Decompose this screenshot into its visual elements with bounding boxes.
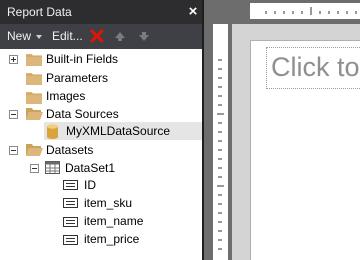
folder-icon: [26, 54, 42, 66]
chevron-down-icon[interactable]: [36, 24, 43, 49]
new-button[interactable]: New: [7, 24, 31, 49]
panel-title: Report Data: [0, 0, 204, 24]
toolbar: New Edit...: [0, 24, 204, 49]
tree-item-field[interactable]: item_sku: [84, 195, 132, 211]
tree-item-field[interactable]: item_price: [84, 231, 139, 247]
field-icon: [63, 235, 78, 245]
move-down-icon[interactable]: [138, 24, 150, 49]
report-title-textbox[interactable]: Click to add title: [266, 47, 360, 89]
tree-item-dataset[interactable]: DataSet1: [65, 160, 115, 176]
edit-button[interactable]: Edit...: [52, 24, 83, 49]
field-icon: [63, 180, 78, 190]
tree-item-builtin-fields[interactable]: Built-in Fields: [46, 51, 118, 67]
report-data-panel: Report Data × New Edit... Built-in Field…: [0, 0, 204, 260]
tree-item-images[interactable]: Images: [46, 88, 85, 104]
horizontal-ruler: [250, 3, 360, 19]
folder-icon: [26, 73, 42, 85]
move-up-icon[interactable]: [114, 24, 126, 49]
collapse-data-sources-icon[interactable]: [9, 110, 18, 119]
close-icon[interactable]: ×: [184, 0, 202, 24]
vertical-ruler: [213, 24, 228, 260]
database-icon: [47, 124, 58, 139]
tree-item-data-sources[interactable]: Data Sources: [46, 106, 119, 122]
tree-item-field[interactable]: ID: [84, 177, 96, 193]
tree-item-datasets[interactable]: Datasets: [46, 142, 93, 158]
title-placeholder: Click to add title: [271, 52, 360, 82]
tree-item-field[interactable]: item_name: [84, 213, 143, 229]
collapse-datasets-icon[interactable]: [9, 146, 18, 155]
open-folder-icon: [26, 144, 43, 156]
field-icon: [63, 198, 78, 208]
tree-item-parameters[interactable]: Parameters: [46, 70, 108, 86]
field-icon: [63, 217, 78, 227]
table-icon: [45, 161, 60, 174]
tree-item-data-source[interactable]: MyXMLDataSource: [66, 123, 170, 139]
folder-icon: [26, 92, 42, 104]
collapse-dataset1-icon[interactable]: [30, 164, 39, 173]
open-folder-icon: [26, 108, 43, 120]
delete-icon[interactable]: [90, 24, 104, 49]
expand-builtin-fields-icon[interactable]: [9, 55, 18, 64]
